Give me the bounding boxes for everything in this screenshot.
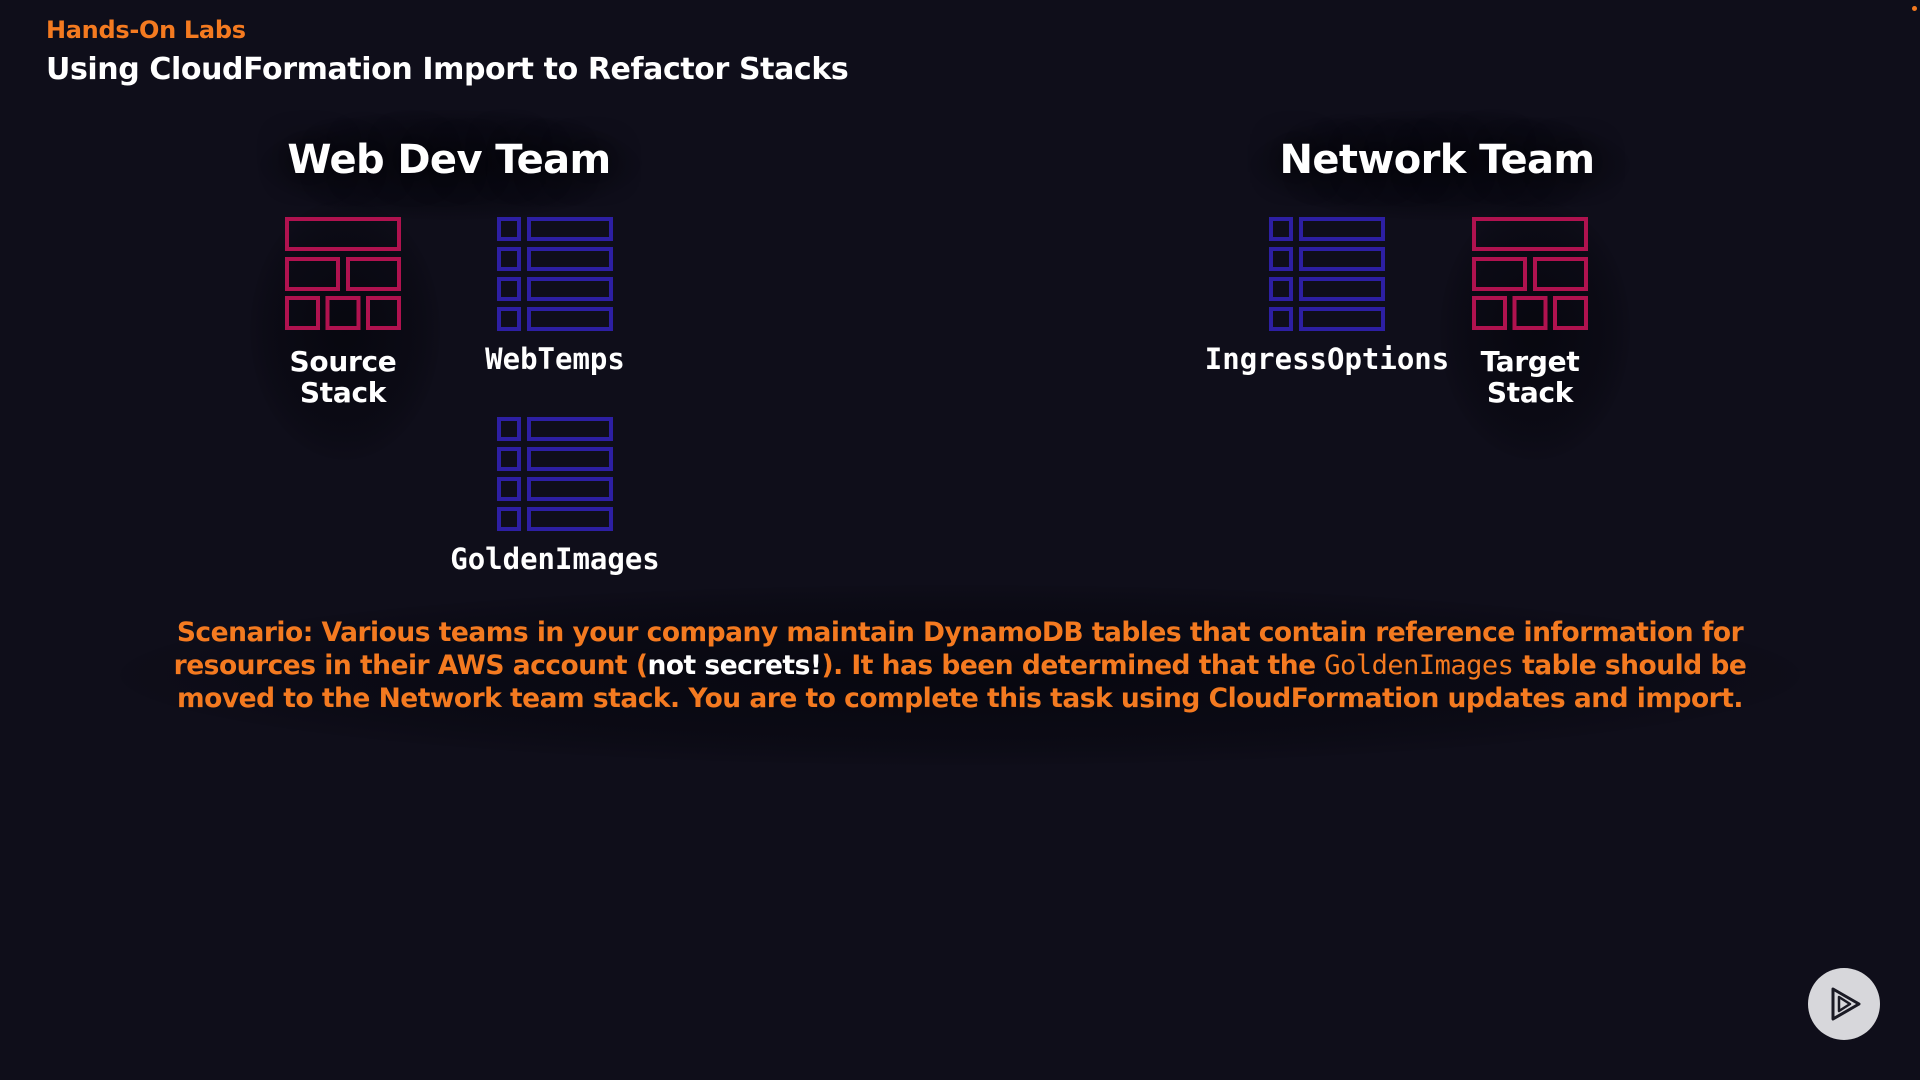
scenario-text: Scenario: Various teams in your company … <box>140 616 1780 715</box>
scenario-highlight: not secrets! <box>647 650 822 681</box>
slide-title: Using CloudFormation Import to Refactor … <box>46 52 849 87</box>
dynamodb-table-icon <box>497 417 613 531</box>
target-stack-label: Target Stack <box>1380 346 1680 408</box>
table-goldenimages-label: GoldenImages <box>450 542 660 576</box>
target-stack-label-line1: Target <box>1480 345 1580 378</box>
stack-grid-icon <box>1472 217 1588 330</box>
scenario-code-goldenimages: GoldenImages <box>1324 650 1514 681</box>
play-icon <box>1831 987 1861 1021</box>
table-webtemps: WebTemps <box>405 217 705 375</box>
scenario-part2: ). It has been determined that the <box>821 650 1325 681</box>
target-stack: Target Stack <box>1380 217 1680 408</box>
dynamodb-table-icon <box>1269 217 1385 331</box>
source-stack-label-line2: Stack <box>299 376 387 409</box>
kicker-label: Hands-On Labs <box>46 16 246 44</box>
play-button[interactable] <box>1808 968 1880 1040</box>
dynamodb-table-icon <box>497 217 613 331</box>
table-goldenimages: GoldenImages <box>405 417 705 575</box>
target-stack-label-line2: Stack <box>1486 376 1574 409</box>
web-dev-team-title: Web Dev Team <box>287 137 611 183</box>
stack-grid-icon <box>285 217 401 330</box>
corner-dot <box>1912 6 1917 11</box>
table-webtemps-label: WebTemps <box>485 342 625 376</box>
network-team-title: Network Team <box>1279 137 1596 183</box>
